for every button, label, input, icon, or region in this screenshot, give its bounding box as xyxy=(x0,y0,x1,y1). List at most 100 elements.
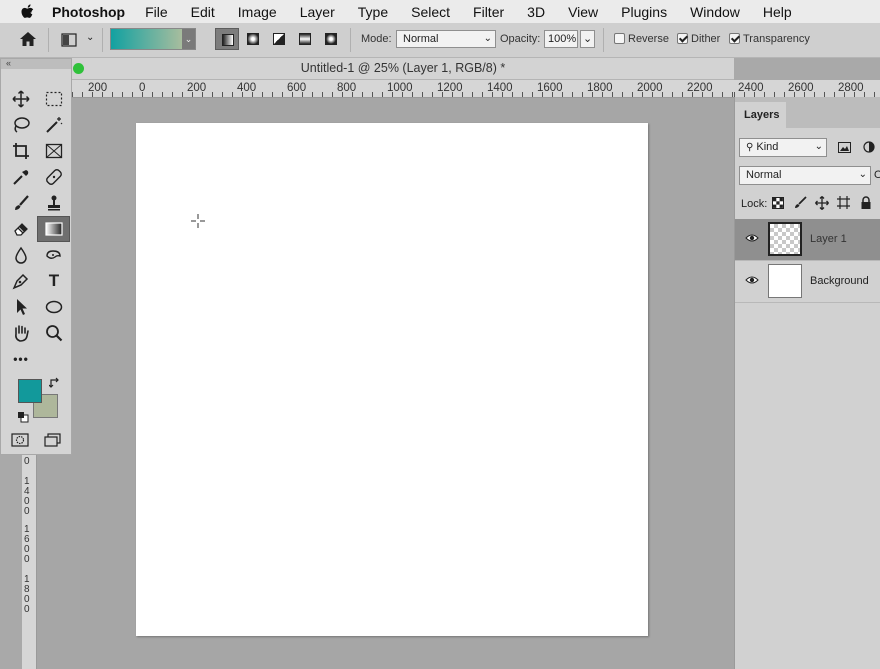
tab-layers[interactable]: Layers xyxy=(735,102,786,128)
ruler-label: 1200 xyxy=(437,82,463,94)
reflected-gradient-button[interactable] xyxy=(293,28,317,50)
ruler-label: 2400 xyxy=(738,82,764,94)
ruler-label: 2200 xyxy=(687,82,713,94)
swap-colors-icon[interactable] xyxy=(49,377,61,389)
reverse-checkbox[interactable] xyxy=(614,33,625,44)
menu-edit[interactable]: Edit xyxy=(191,4,215,20)
filter-adjustment-icon[interactable] xyxy=(863,141,875,153)
crop-tool-icon[interactable] xyxy=(6,139,36,163)
layer-row-layer-1[interactable]: Layer 1 xyxy=(735,219,880,261)
healing-brush-tool-icon[interactable] xyxy=(39,165,69,189)
ruler-label: 1800 xyxy=(587,82,613,94)
transparency-label: Transparency xyxy=(743,33,810,45)
lock-label: Lock: xyxy=(741,198,768,210)
linear-gradient-button[interactable] xyxy=(215,28,239,50)
apple-icon[interactable] xyxy=(20,3,34,20)
opacity-label-cut: O xyxy=(874,169,880,181)
tool-preset-icon[interactable] xyxy=(61,33,77,47)
layers-panel: Layers ⚲ Kind ⌄ Normal ⌄ O Lock: Layer 1 xyxy=(734,97,880,669)
transparency-checkbox[interactable] xyxy=(729,33,740,44)
pen-tool-icon[interactable] xyxy=(6,269,36,293)
ellipse-tool-icon[interactable] xyxy=(39,295,69,319)
layer-thumbnail xyxy=(768,222,802,256)
more-tools-icon[interactable]: ••• xyxy=(6,347,36,371)
quick-mask-icon[interactable] xyxy=(11,433,29,447)
eye-icon[interactable] xyxy=(745,233,759,243)
ruler-label: 2800 xyxy=(838,82,864,94)
menu-filter[interactable]: Filter xyxy=(473,4,504,20)
vruler-label-0: 0 xyxy=(24,456,30,467)
foreground-color-swatch-front[interactable] xyxy=(18,379,42,403)
reverse-label: Reverse xyxy=(628,33,669,45)
diamond-gradient-button[interactable] xyxy=(319,28,343,50)
gradient-tool-icon[interactable] xyxy=(37,216,70,242)
document-canvas[interactable] xyxy=(136,123,648,636)
menu-plugins[interactable]: Plugins xyxy=(621,4,667,20)
tool-preset-chevron-icon[interactable]: ⌄ xyxy=(86,32,94,43)
gradient-preview[interactable] xyxy=(111,29,182,49)
ruler-label: 800 xyxy=(337,82,357,94)
clone-stamp-tool-icon[interactable] xyxy=(39,191,69,215)
mode-select[interactable]: Normal ⌄ xyxy=(396,30,496,48)
blend-mode-select[interactable]: Normal ⌄ xyxy=(739,166,871,185)
menu-3d[interactable]: 3D xyxy=(527,4,545,20)
menu-type[interactable]: Type xyxy=(358,4,388,20)
opacity-dropdown[interactable]: ⌄ xyxy=(580,30,595,48)
lock-all-icon[interactable] xyxy=(860,196,872,209)
menu-photoshop[interactable]: Photoshop xyxy=(52,4,125,20)
menu-file[interactable]: File xyxy=(145,4,168,20)
menu-image[interactable]: Image xyxy=(238,4,277,20)
document-title: Untitled-1 @ 25% (Layer 1, RGB/8) * xyxy=(300,61,506,75)
lock-artboard-icon[interactable] xyxy=(837,196,850,209)
screen-mode-icon[interactable] xyxy=(44,433,64,447)
menu-select[interactable]: Select xyxy=(411,4,450,20)
eraser-tool-icon[interactable] xyxy=(6,217,36,241)
brush-tool-icon[interactable] xyxy=(6,191,36,215)
gradient-dropdown-icon[interactable]: ⌄ xyxy=(182,29,195,49)
lock-transparent-pixels-icon[interactable] xyxy=(772,197,784,209)
angle-gradient-button[interactable] xyxy=(267,28,291,50)
chevron-down-icon: ⌄ xyxy=(583,33,593,45)
type-tool-icon[interactable]: T xyxy=(39,269,69,293)
lasso-tool-icon[interactable] xyxy=(6,113,36,137)
lock-image-pixels-icon[interactable] xyxy=(794,196,807,209)
layer-name[interactable]: Layer 1 xyxy=(810,233,847,245)
marquee-tool-icon[interactable] xyxy=(39,87,69,111)
filter-image-icon[interactable] xyxy=(838,142,851,153)
smudge-tool-icon[interactable] xyxy=(39,243,69,267)
chevron-down-icon: ⌄ xyxy=(483,33,492,44)
dither-checkbox[interactable] xyxy=(677,33,688,44)
blur-tool-icon[interactable] xyxy=(6,243,36,267)
path-selection-tool-icon[interactable] xyxy=(6,295,36,319)
menu-layer[interactable]: Layer xyxy=(300,4,335,20)
menu-view[interactable]: View xyxy=(568,4,598,20)
layer-filter-select[interactable]: ⚲ Kind ⌄ xyxy=(739,138,827,157)
gradient-picker[interactable]: ⌄ xyxy=(110,28,196,50)
magic-wand-tool-icon[interactable] xyxy=(39,113,69,137)
ruler-label: 400 xyxy=(237,82,257,94)
home-icon[interactable] xyxy=(19,31,37,47)
window-zoom-button[interactable] xyxy=(73,63,84,74)
eyedropper-tool-icon[interactable] xyxy=(6,165,36,189)
options-bar: ⌄ ⌄ Mode: Normal ⌄ Opacity: 100% ⌄ Rever… xyxy=(0,23,880,58)
hand-tool-icon[interactable] xyxy=(6,321,36,345)
default-colors-icon[interactable] xyxy=(17,411,29,423)
zoom-tool-icon[interactable] xyxy=(39,321,69,345)
toolbox-collapse-button[interactable]: « xyxy=(1,59,71,69)
lock-position-icon[interactable] xyxy=(815,196,829,210)
eye-icon[interactable] xyxy=(745,275,759,285)
radial-gradient-button[interactable] xyxy=(241,28,265,50)
layer-name[interactable]: Background xyxy=(810,275,869,287)
menu-bar: Photoshop File Edit Image Layer Type Sel… xyxy=(0,0,880,23)
ruler-label: 0 xyxy=(139,82,146,94)
menu-window[interactable]: Window xyxy=(690,4,740,20)
frame-tool-icon[interactable] xyxy=(39,139,69,163)
opacity-value: 100% xyxy=(548,33,577,45)
layer-row-background[interactable]: Background xyxy=(735,261,880,303)
document-tab[interactable]: Untitled-1 @ 25% (Layer 1, RGB/8) * xyxy=(72,58,734,80)
opacity-field[interactable]: 100% xyxy=(544,30,578,48)
menu-help[interactable]: Help xyxy=(763,4,792,20)
ruler-label: 1400 xyxy=(487,82,513,94)
move-tool-icon[interactable] xyxy=(6,87,36,111)
panel-tab-row: Layers xyxy=(735,97,880,128)
